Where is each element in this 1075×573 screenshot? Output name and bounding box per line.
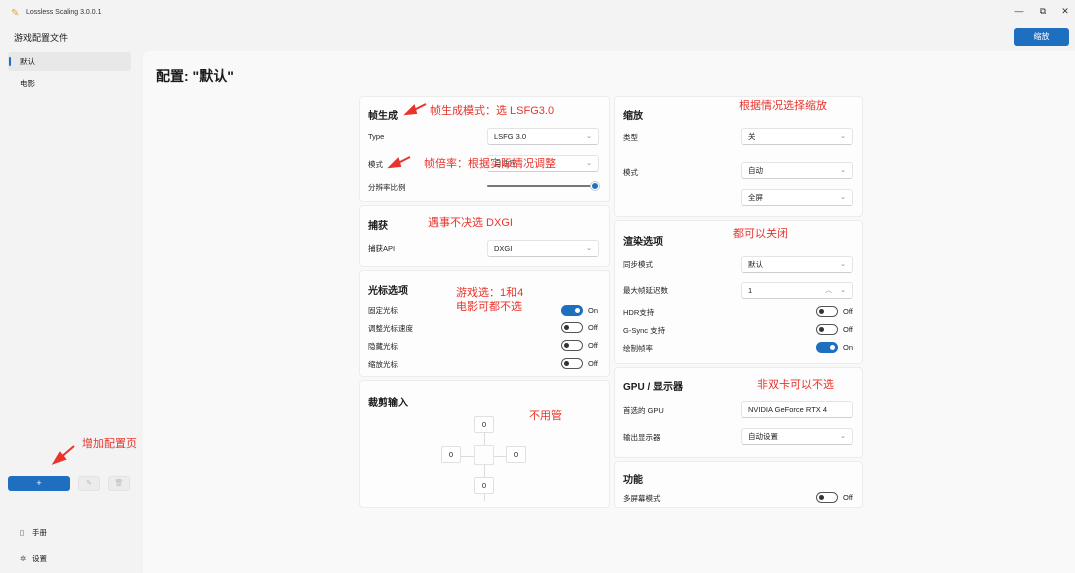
annotation-cursor-movie: 电影可都不选 [456,301,522,313]
annotation-add-profile: 增加配置页 [82,438,137,450]
arrow-icon [403,104,418,116]
annotation-frame-gen: 帧生成模式：选 LSFG3.0 [430,105,555,117]
arrow-icon [387,157,402,169]
annotation-capture: 遇事不决选 DXGI [428,217,513,229]
annotation-scaling: 根据情况选择缩放 [739,100,827,112]
annotation-crop: 不用管 [529,410,562,422]
annotation-render: 都可以关闭 [733,228,788,240]
annotation-gpu: 非双卡可以不选 [757,379,834,391]
annotation-frame-mode: 帧倍率：根据实际情况调整 [424,158,556,170]
annotation-arrows [51,103,427,465]
